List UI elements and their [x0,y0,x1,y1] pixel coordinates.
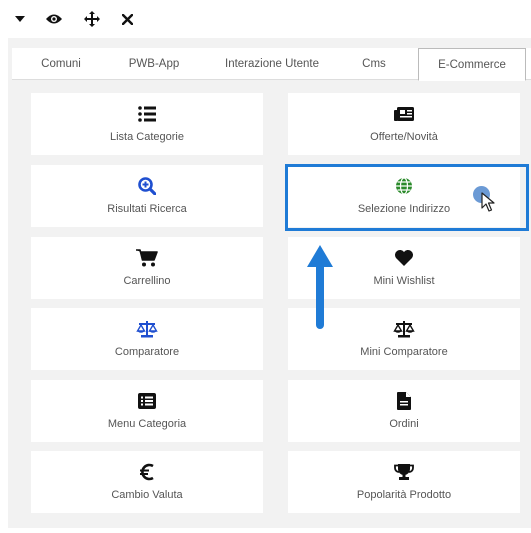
heart-icon [394,249,414,267]
tab-pwb-app[interactable]: PWB-App [114,48,194,80]
widget-tile-cambio-valuta[interactable]: Cambio Valuta [31,451,263,513]
tab-comuni[interactable]: Comuni [26,48,96,80]
widget-tile-comparatore[interactable]: Comparatore [31,308,263,370]
trophy-icon [394,463,414,481]
search-plus-icon [138,177,156,195]
widget-tile-popolarita-prodotto[interactable]: Popolarità Prodotto [288,451,520,513]
globe-icon [395,177,413,195]
tab-interazione-utente[interactable]: Interazione Utente [207,48,337,80]
widget-tile-carrellino[interactable]: Carrellino [31,237,263,299]
tile-label: Menu Categoria [107,418,187,430]
tile-label: Risultati Ricerca [107,203,187,215]
tile-label: Ordini [389,418,419,430]
tile-label: Popolarità Prodotto [356,489,452,501]
newspaper-icon [394,105,414,123]
tile-label: Selezione Indirizzo [357,203,451,215]
tile-label: Mini Comparatore [360,346,448,358]
balance-scale-icon [393,320,415,338]
caret-down-icon[interactable] [10,9,30,29]
tile-label: Carrellino [123,275,171,287]
eye-icon[interactable] [44,9,64,29]
move-icon[interactable] [82,9,102,29]
list-icon [138,105,156,123]
close-icon[interactable] [117,9,137,29]
widget-toolbar [0,0,531,38]
tile-label: Mini Wishlist [373,275,435,287]
euro-icon [140,463,154,481]
tile-label: Offerte/Novità [370,131,438,143]
tile-label: Comparatore [114,346,180,358]
category-tabs: Comuni PWB-App Interazione Utente Cms E-… [12,48,531,81]
list-alt-icon [138,392,156,410]
balance-scale-icon [136,320,158,338]
tile-label: Cambio Valuta [111,489,183,501]
widget-tile-menu-categoria[interactable]: Menu Categoria [31,380,263,442]
tab-cms[interactable]: Cms [349,48,399,80]
mouse-pointer-icon [481,192,495,217]
widget-tile-lista-categorie[interactable]: Lista Categorie [31,93,263,155]
widget-tile-ordini[interactable]: Ordini [288,380,520,442]
arrow-up-icon [305,243,335,334]
tab-e-commerce[interactable]: E-Commerce [418,48,526,81]
widget-tile-risultati-ricerca[interactable]: Risultati Ricerca [31,165,263,227]
cart-icon [136,249,158,267]
file-icon [397,392,411,410]
tile-label: Lista Categorie [110,131,184,143]
widget-tile-offerte-novita[interactable]: Offerte/Novità [288,93,520,155]
